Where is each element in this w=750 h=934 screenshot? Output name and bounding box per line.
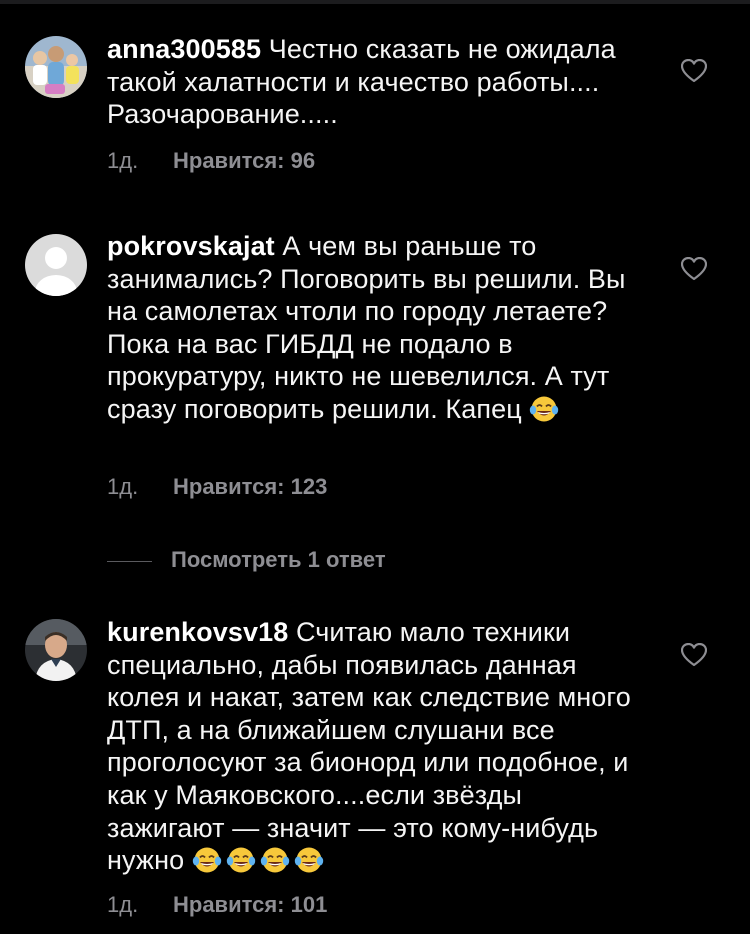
comment-text-block: anna300585 Честно сказать не ожидала так… [107,33,642,131]
comment-meta: 1д. Нравится: 123 [107,472,327,502]
face-with-tears-of-joy-icon [226,847,256,873]
view-replies-label: Посмотреть 1 ответ [171,547,386,572]
comment-meta: 1д. Нравится: 101 [107,890,327,920]
comment-text-block: pokrovskajat А чем вы раньше то занимали… [107,230,642,431]
avatar[interactable] [25,36,87,98]
username[interactable]: kurenkovsv18 [107,617,288,647]
comment-time: 1д. [107,148,139,173]
comment-meta: 1д. Нравится: 96 [107,146,315,176]
face-with-tears-of-joy-icon [260,847,290,873]
comment-text-block: kurenkovsv18 Считаю мало техники специал… [107,616,642,882]
likes-count[interactable]: Нравится: 101 [173,892,327,917]
comment-time: 1д. [107,474,139,499]
like-heart-icon[interactable] [680,58,708,83]
comment-text: Считаю мало техники специально, дабы поя… [107,617,631,876]
likes-count[interactable]: Нравится: 96 [173,148,315,173]
like-heart-icon[interactable] [680,642,708,667]
username[interactable]: pokrovskajat [107,231,275,261]
comment-time: 1д. [107,892,139,917]
avatar[interactable] [25,619,87,681]
replies-divider [107,560,152,562]
avatar[interactable] [25,234,87,296]
emoji-group [529,395,563,431]
likes-count[interactable]: Нравится: 123 [173,474,327,499]
face-with-tears-of-joy-icon [294,847,324,873]
top-divider [0,0,750,4]
face-with-tears-of-joy-icon [530,396,559,422]
like-heart-icon[interactable] [680,256,708,281]
username[interactable]: anna300585 [107,34,261,64]
view-replies-button[interactable]: Посмотреть 1 ответ [107,545,386,575]
emoji-group [192,846,328,882]
face-with-tears-of-joy-icon [192,847,222,873]
